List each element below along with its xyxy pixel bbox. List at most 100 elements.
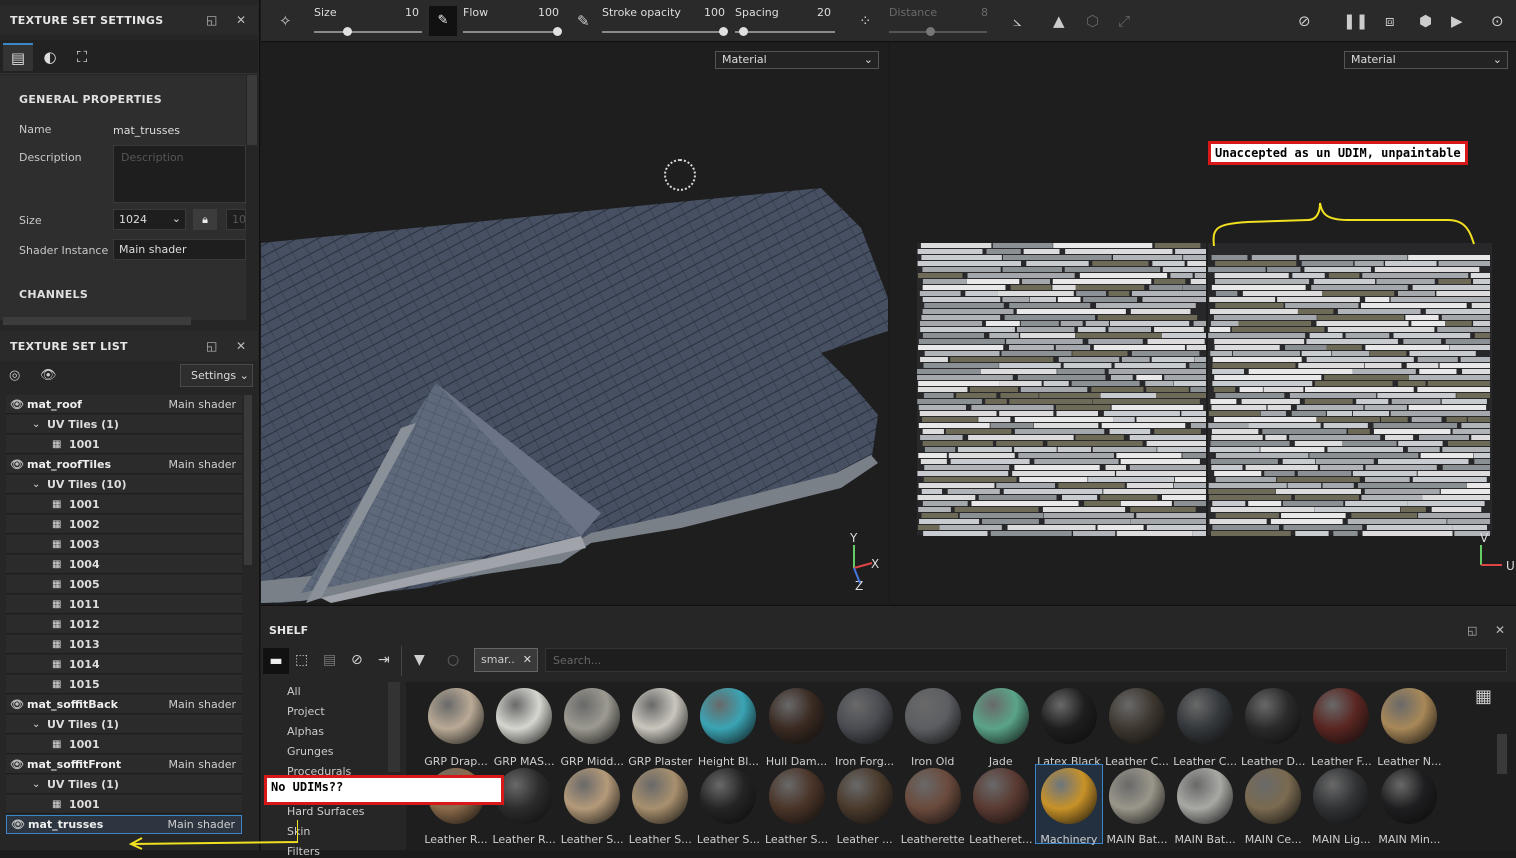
uv-tile-row[interactable]: ▦ 1004 — [6, 555, 242, 574]
tab-shader-icon[interactable]: ◐ — [35, 43, 65, 71]
material-preview[interactable] — [1313, 768, 1370, 824]
shelf-scrollbar[interactable] — [1497, 734, 1507, 774]
eye-icon[interactable]: 👁︎ — [40, 368, 57, 383]
size-linked-field[interactable]: 10 — [226, 209, 246, 230]
flow-slider-track[interactable] — [463, 31, 559, 33]
uv-tiles-group[interactable]: ⌄ UV Tiles (1) — [6, 715, 242, 734]
symmetry-mirror-icon[interactable]: ▲ — [1053, 12, 1065, 30]
stroke-opacity-value[interactable]: 100 — [704, 6, 725, 19]
close-icon[interactable]: ✕ — [236, 13, 246, 27]
stroke-opacity-handle[interactable] — [719, 27, 728, 36]
material-preview[interactable] — [1040, 688, 1097, 744]
material-preview[interactable] — [632, 768, 689, 824]
close-icon[interactable]: ✕ — [1495, 623, 1505, 637]
uv-tile-row[interactable]: ▦ 1001 — [6, 735, 242, 754]
material-preview[interactable] — [972, 768, 1029, 824]
uv-tile-row[interactable]: ▦ 1012 — [6, 615, 242, 634]
spacing-slider-track[interactable] — [735, 31, 835, 33]
symmetry-icon[interactable]: ✧ — [279, 12, 292, 30]
flow-slider-value[interactable]: 100 — [538, 6, 559, 19]
uv-tiles-group[interactable]: ⌄ UV Tiles (10) — [6, 475, 242, 494]
chevron-down-icon[interactable]: ⌄ — [32, 779, 40, 790]
shelf-category[interactable]: Project — [287, 705, 325, 718]
material-preview[interactable] — [1381, 688, 1438, 744]
filter-icon[interactable]: ▼ — [414, 652, 425, 668]
material-preview[interactable] — [904, 688, 961, 744]
spacing-slider-handle[interactable] — [739, 27, 748, 36]
material-preview[interactable] — [972, 688, 1029, 744]
material-preview[interactable] — [836, 768, 893, 824]
shader-instance-select[interactable]: Main shader — [113, 239, 246, 260]
eye-icon[interactable]: 👁︎ — [11, 818, 25, 831]
folder-icon[interactable]: ▬ — [263, 648, 289, 674]
uv-tile-row[interactable]: ▦ 1003 — [6, 535, 242, 554]
material-preview[interactable] — [1313, 688, 1370, 744]
uv-tile-row[interactable]: ▦ 1001 — [6, 435, 242, 454]
texture-set-row[interactable]: 👁︎ mat_soffitFront Main shader — [6, 755, 242, 774]
save-icon[interactable]: ▤ — [323, 652, 336, 668]
scrollbar[interactable] — [244, 395, 252, 565]
material-preview[interactable] — [632, 688, 689, 744]
uv-tile-row[interactable]: ▦ 1002 — [6, 515, 242, 534]
alignment-icon[interactable]: ⦣ — [1013, 12, 1022, 30]
material-preview[interactable] — [1381, 768, 1438, 824]
spacing-value[interactable]: 20 — [817, 6, 831, 19]
new-folder-icon[interactable]: ⬚ — [295, 652, 308, 668]
texture-set-row[interactable]: 👁︎ mat_roofTiles Main shader — [6, 455, 242, 474]
reset-filter-icon[interactable]: ○ — [447, 652, 459, 668]
chevron-down-icon[interactable]: ⌄ — [32, 719, 40, 730]
undock-icon[interactable]: ◱ — [1467, 624, 1477, 637]
visibility-settings-icon[interactable]: ◎ — [9, 368, 20, 383]
category-scrollbar[interactable] — [388, 682, 400, 772]
shelf-category[interactable]: Hard Surfaces — [287, 805, 364, 818]
material-preview[interactable] — [1040, 768, 1097, 824]
split-view-icon[interactable]: ⧈ — [1385, 12, 1395, 30]
viewport-2d[interactable]: Material ⌄ Unaccepted as un UDIM, unpaint… — [890, 43, 1516, 603]
cube-icon[interactable]: ⬢ — [1419, 12, 1432, 30]
texture-set-row[interactable]: 👁︎ mat_soffitBack Main shader — [6, 695, 242, 714]
shelf-category[interactable]: All — [287, 685, 301, 698]
material-preview[interactable] — [836, 688, 893, 744]
material-preview[interactable] — [428, 688, 484, 744]
material-preview[interactable] — [1177, 688, 1234, 744]
material-preview[interactable] — [496, 768, 553, 824]
tab-uv-icon[interactable]: ⛶ — [67, 43, 97, 71]
chevron-down-icon[interactable]: ⌄ — [32, 419, 40, 430]
uv-tile-row[interactable]: ▦ 1005 — [6, 575, 242, 594]
transform-icon[interactable]: ⤢ — [1118, 12, 1130, 30]
settings-button[interactable]: Settings ⌄ — [180, 364, 253, 387]
material-preview[interactable] — [1245, 688, 1302, 744]
grid-view-icon[interactable]: ▦ — [1475, 686, 1492, 707]
import-icon[interactable]: ⇥ — [378, 652, 390, 668]
size-slider-track[interactable] — [314, 31, 422, 33]
material-preview[interactable] — [768, 768, 825, 824]
hide-icon[interactable]: ⊘ — [351, 652, 363, 668]
material-preview[interactable] — [768, 688, 825, 744]
undock-icon[interactable]: ◱ — [206, 13, 218, 27]
material-preview[interactable] — [564, 768, 621, 824]
scrollbar[interactable] — [247, 75, 257, 145]
size-slider-handle[interactable] — [343, 27, 352, 36]
viewport-3d[interactable]: Material ⌄ Y X Z — [261, 43, 888, 603]
eye-icon[interactable]: 👁︎ — [10, 698, 24, 711]
close-icon[interactable]: ✕ — [236, 339, 246, 353]
close-icon[interactable]: ✕ — [523, 649, 532, 671]
camera-video-icon[interactable]: ▶ — [1451, 12, 1463, 30]
pen-pressure-icon[interactable]: ✎ — [429, 6, 457, 36]
material-preview[interactable] — [1177, 768, 1234, 824]
chevron-down-icon[interactable]: ⌄ — [32, 479, 40, 490]
pause-icon[interactable]: ❚❚ — [1343, 12, 1368, 30]
search-input[interactable]: Search... — [545, 648, 1507, 672]
material-preview[interactable] — [496, 688, 553, 744]
uv-tile-row[interactable]: ▦ 1013 — [6, 635, 242, 654]
shelf-category[interactable]: Grunges — [287, 745, 333, 758]
shelf-category[interactable]: Alphas — [287, 725, 324, 738]
material-preview[interactable] — [904, 768, 961, 824]
pen-icon[interactable]: ✎ — [577, 12, 590, 30]
uv-tiles-group[interactable]: ⌄ UV Tiles (1) — [6, 415, 242, 434]
eye-icon[interactable]: 👁︎ — [10, 398, 24, 411]
size-slider-value[interactable]: 10 — [405, 6, 419, 19]
eye-icon[interactable]: 👁︎ — [10, 758, 24, 771]
uv-tile-row[interactable]: ▦ 1014 — [6, 655, 242, 674]
stroke-opacity-track[interactable] — [602, 31, 726, 33]
